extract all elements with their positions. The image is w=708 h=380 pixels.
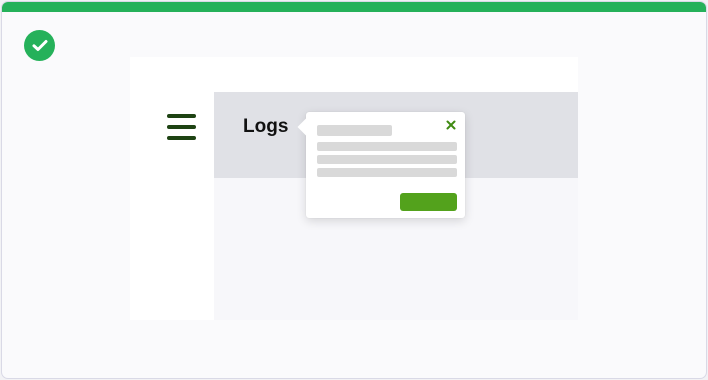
tooltip-popover <box>297 112 465 218</box>
popover-text-placeholder <box>317 168 457 177</box>
popover-title-placeholder <box>317 125 392 136</box>
popover-action-button[interactable] <box>400 193 457 211</box>
sidebar <box>130 57 214 320</box>
close-button[interactable] <box>444 118 458 132</box>
page-title: Logs <box>243 116 289 137</box>
check-circle-icon <box>24 30 55 61</box>
popover-text-placeholder <box>317 155 457 164</box>
hamburger-menu-icon[interactable] <box>167 114 196 141</box>
close-icon <box>446 120 456 130</box>
popover-text-placeholder <box>317 142 457 151</box>
success-top-bar <box>2 2 706 12</box>
